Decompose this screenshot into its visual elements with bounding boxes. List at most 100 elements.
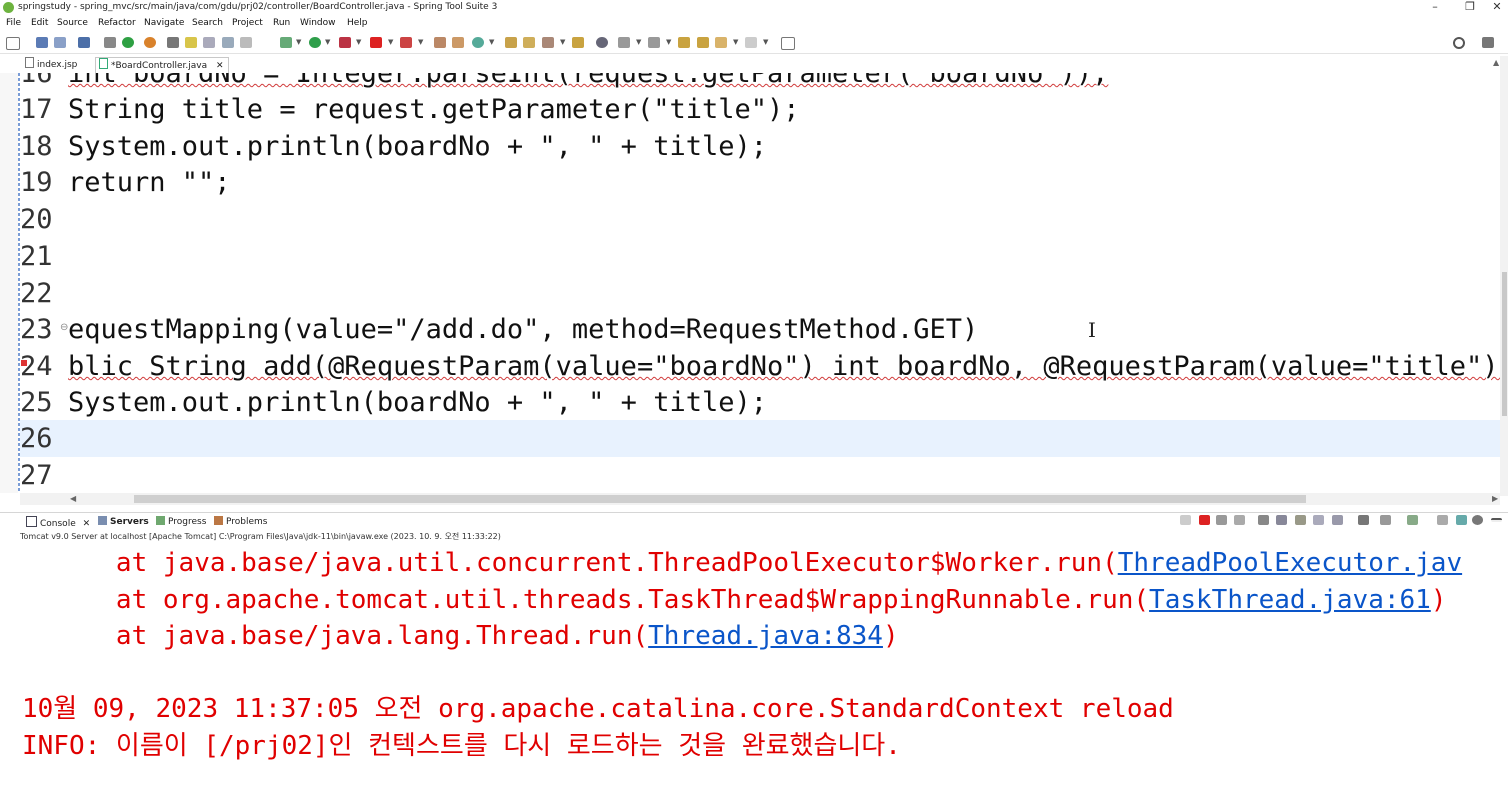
tab-problems[interactable]: Problems <box>214 516 267 527</box>
search-icon[interactable] <box>1453 37 1465 49</box>
remove-launch-icon[interactable] <box>1180 515 1191 525</box>
scroll-lock-icon[interactable] <box>1258 515 1269 525</box>
restore-button[interactable]: ❐ <box>1455 0 1485 14</box>
stop-icon[interactable] <box>370 37 382 48</box>
close-console-icon[interactable]: ✕ <box>83 519 91 529</box>
settings-icon[interactable] <box>1472 515 1483 525</box>
open-type-icon[interactable] <box>505 37 517 48</box>
menu-navigate[interactable]: Navigate <box>144 18 184 28</box>
search-dropdown-icon[interactable]: ▼ <box>560 38 565 46</box>
minimize-button[interactable]: – <box>1420 0 1450 14</box>
word-wrap-console-icon[interactable] <box>1276 515 1287 525</box>
menu-search[interactable]: Search <box>192 18 223 28</box>
open-console-icon[interactable] <box>1380 515 1391 525</box>
task-icon[interactable] <box>572 37 584 48</box>
show-whitespace-icon[interactable] <box>240 37 252 48</box>
code-editor[interactable]: 16 int boardNo = Integer.parseInt(request… <box>20 73 1500 493</box>
clear-console-icon[interactable] <box>1234 515 1245 525</box>
error-marker-icon[interactable] <box>21 360 27 366</box>
view-menu-icon[interactable] <box>1437 515 1448 525</box>
tab-index-jsp[interactable]: index.jsp <box>22 57 77 72</box>
external-tools-icon[interactable] <box>339 37 351 48</box>
console-text: at java.base/java.lang.Thread.run( <box>115 621 649 651</box>
new-spring-icon[interactable] <box>472 37 484 48</box>
menu-refactor[interactable]: Refactor <box>98 18 136 28</box>
show-stderr-icon[interactable] <box>1313 515 1324 525</box>
server-icon[interactable] <box>400 37 412 48</box>
tab-console-label: Console <box>40 519 76 529</box>
menu-edit[interactable]: Edit <box>31 18 48 28</box>
next-annotation-dropdown-icon[interactable]: ▼ <box>636 38 641 46</box>
menu-source[interactable]: Source <box>57 18 88 28</box>
remove-all-icon[interactable] <box>1216 515 1227 525</box>
properties-icon[interactable] <box>104 37 116 48</box>
run-icon[interactable] <box>309 37 321 48</box>
new-spring-dropdown-icon[interactable]: ▼ <box>489 38 494 46</box>
prev-annotation-dropdown-icon[interactable]: ▼ <box>666 38 671 46</box>
tab-console[interactable]: Console ✕ <box>26 516 90 529</box>
next-annotation-icon[interactable] <box>618 37 630 48</box>
boot-dashboard-icon[interactable] <box>122 37 134 48</box>
console-option-icon[interactable] <box>1456 515 1467 525</box>
last-edit-icon[interactable] <box>678 37 690 48</box>
code-text: System.out.println(boardNo + ", " + titl… <box>68 131 767 162</box>
spring-tool-suite-icon <box>3 2 14 13</box>
mark-occurrences-icon[interactable] <box>185 37 197 48</box>
pin-editor-icon[interactable] <box>781 37 795 50</box>
globe-icon[interactable] <box>596 37 608 48</box>
code-text: equestMapping(value="/add.do", method=Re… <box>68 314 979 345</box>
scroll-left-icon[interactable]: ◀ <box>70 494 76 503</box>
run-dropdown-icon[interactable]: ▼ <box>325 38 330 46</box>
back-nav-icon[interactable] <box>715 37 727 48</box>
show-stdout-icon[interactable] <box>1295 515 1306 525</box>
horizontal-scroll-thumb[interactable] <box>134 495 1306 503</box>
word-wrap-icon[interactable] <box>222 37 234 48</box>
menu-window[interactable]: Window <box>300 18 336 28</box>
menu-help[interactable]: Help <box>347 18 368 28</box>
vertical-scroll-thumb[interactable] <box>1502 272 1507 416</box>
stack-link[interactable]: ThreadPoolExecutor.jav <box>1118 548 1462 578</box>
menu-file[interactable]: File <box>6 18 21 28</box>
back-icon[interactable] <box>697 37 709 48</box>
open-perspective-icon[interactable] <box>1482 37 1494 48</box>
server-dropdown-icon[interactable]: ▼ <box>418 38 423 46</box>
tab-servers[interactable]: Servers <box>98 516 149 527</box>
stack-link[interactable]: TaskThread.java:61 <box>1149 585 1431 615</box>
pin-icon[interactable] <box>167 37 179 48</box>
stop-dropdown-icon[interactable]: ▼ <box>388 38 393 46</box>
forward-dropdown-icon[interactable]: ▼ <box>763 38 768 46</box>
terminate-icon[interactable] <box>1199 515 1210 525</box>
debug-dropdown-icon[interactable]: ▼ <box>296 38 301 46</box>
open-resource-icon[interactable] <box>523 37 535 48</box>
minimize-panel-icon[interactable] <box>1491 518 1502 522</box>
pin-console-icon[interactable] <box>1332 515 1343 525</box>
new-console-icon[interactable] <box>1407 515 1418 525</box>
back-dropdown-icon[interactable]: ▼ <box>733 38 738 46</box>
scroll-up-icon[interactable]: ▲ <box>1493 58 1499 67</box>
fold-toggle-icon[interactable]: ⊖ <box>60 322 68 333</box>
new-class-icon[interactable] <box>452 37 464 48</box>
close-tab-icon[interactable]: ✕ <box>216 61 224 71</box>
scroll-right-icon[interactable]: ▶ <box>1492 494 1498 503</box>
prev-annotation-icon[interactable] <box>648 37 660 48</box>
external-dropdown-icon[interactable]: ▼ <box>356 38 361 46</box>
save-all-icon[interactable] <box>54 37 66 48</box>
new-icon[interactable] <box>6 37 20 50</box>
tab-progress[interactable]: Progress <box>156 516 206 527</box>
console-text: INFO: 이름이 [/prj02]인 컨텍스트를 다시 로드하는 것을 완료했… <box>22 731 901 761</box>
tab-board-controller[interactable]: *BoardController.java ✕ <box>95 57 229 73</box>
new-package-icon[interactable] <box>434 37 446 48</box>
console-output[interactable]: at java.base/java.util.concurrent.Thread… <box>0 545 1508 802</box>
toggle-block-icon[interactable] <box>203 37 215 48</box>
menu-run[interactable]: Run <box>273 18 290 28</box>
print-icon[interactable] <box>78 37 90 48</box>
refresh-icon[interactable] <box>144 37 156 48</box>
menu-project[interactable]: Project <box>232 18 263 28</box>
forward-nav-icon[interactable] <box>745 37 757 48</box>
search-file-icon[interactable] <box>542 37 554 48</box>
close-button[interactable]: ✕ <box>1486 0 1508 14</box>
stack-link[interactable]: Thread.java:834 <box>648 621 883 651</box>
debug-icon[interactable] <box>280 37 292 48</box>
save-icon[interactable] <box>36 37 48 48</box>
display-console-icon[interactable] <box>1358 515 1369 525</box>
